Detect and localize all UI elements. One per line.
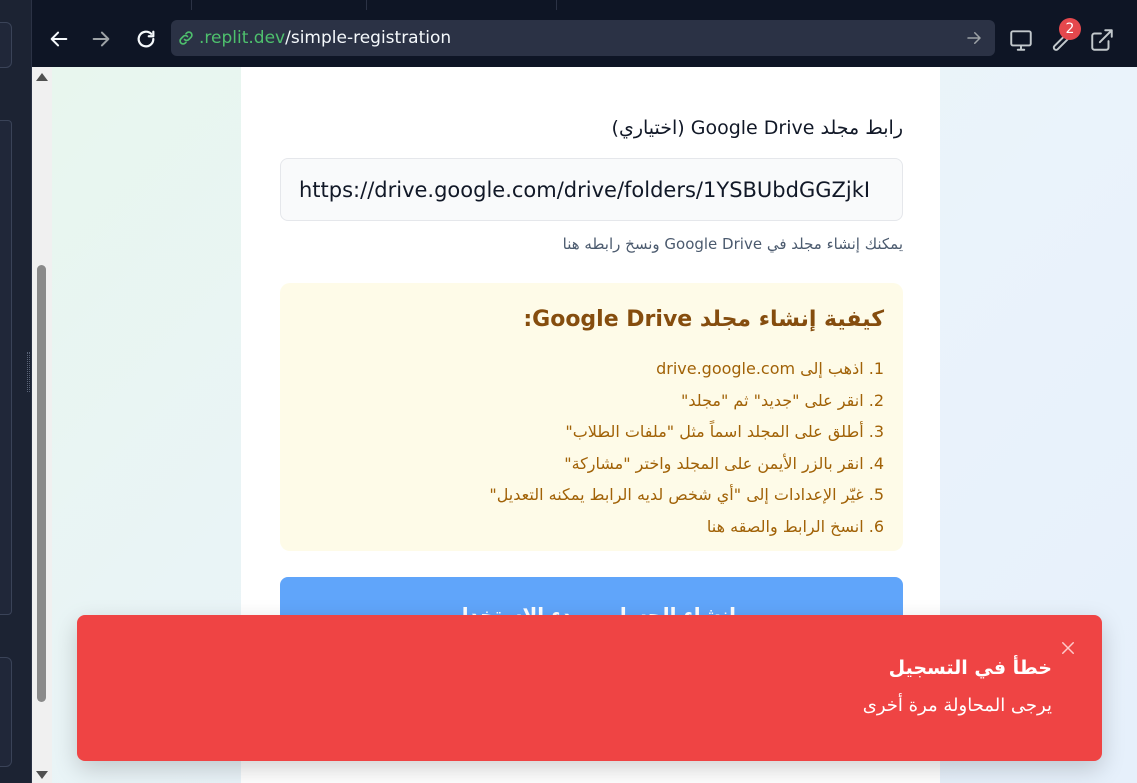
ide-panel-pane [0, 120, 12, 615]
browser-tab[interactable] [367, 0, 557, 10]
drive-folder-input[interactable] [280, 158, 903, 221]
browser-tab[interactable] [192, 0, 367, 10]
url-path: /simple-registration [285, 28, 452, 48]
arrow-left-icon [50, 31, 68, 47]
tab-strip [32, 0, 1137, 10]
browser-tab[interactable] [32, 0, 192, 10]
howto-steps: 1. اذهب إلى drive.google.com 2. انقر على… [489, 353, 884, 542]
drive-folder-label: رابط مجلد Google Drive (اختياري) [611, 117, 903, 139]
toast-message: يرجى المحاولة مرة أخرى [862, 695, 1052, 716]
close-icon[interactable] [1059, 639, 1077, 657]
back-button[interactable] [45, 25, 73, 53]
toast-title: خطأ في التسجيل [888, 657, 1052, 679]
howto-step: 1. اذهب إلى drive.google.com [656, 359, 884, 378]
url-text: .replit.dev/simple-registration [199, 28, 451, 48]
notification-badge: 2 [1059, 18, 1081, 40]
url-domain: .replit.dev [199, 28, 286, 48]
ide-panel-pane-bottom [0, 657, 12, 767]
ide-panel-tab[interactable] [0, 22, 12, 68]
howto-title: كيفية إنشاء مجلد Google Drive: [523, 307, 884, 332]
howto-step: 5. غيّر الإعدادات إلى "أي شخص لديه الراب… [489, 485, 884, 504]
external-link-icon[interactable] [1089, 27, 1115, 53]
address-bar[interactable]: .replit.dev/simple-registration [171, 20, 995, 56]
scroll-up-icon[interactable] [36, 73, 48, 81]
monitor-icon[interactable] [1008, 27, 1034, 53]
scrollbar-thumb[interactable] [37, 265, 46, 702]
reload-icon [137, 30, 155, 48]
howto-step: 6. انسخ الرابط والصقه هنا [706, 516, 884, 536]
howto-step: 4. انقر بالزر الأيمن على المجلد واختر "م… [564, 453, 884, 473]
link-icon [179, 31, 193, 45]
page-scrollbar[interactable] [32, 67, 52, 783]
browser-toolbar: .replit.dev/simple-registration 2 [32, 0, 1137, 67]
resize-handle[interactable] [27, 352, 30, 392]
go-arrow-icon[interactable] [965, 29, 983, 47]
error-toast: خطأ في التسجيل يرجى المحاولة مرة أخرى [77, 615, 1102, 761]
reload-button[interactable] [132, 25, 160, 53]
forward-button[interactable] [87, 25, 115, 53]
scroll-down-icon[interactable] [36, 771, 48, 779]
drive-howto-box: كيفية إنشاء مجلد Google Drive: 1. اذهب إ… [280, 283, 903, 551]
arrow-right-icon [92, 31, 110, 47]
howto-step: 3. أطلق على المجلد اسماً مثل "ملفات الطل… [565, 422, 884, 441]
drive-folder-hint: يمكنك إنشاء مجلد في Google Drive ونسخ را… [562, 235, 903, 253]
ide-side-panel [0, 0, 32, 783]
howto-step: 2. انقر على "جديد" ثم "مجلد" [681, 390, 884, 410]
